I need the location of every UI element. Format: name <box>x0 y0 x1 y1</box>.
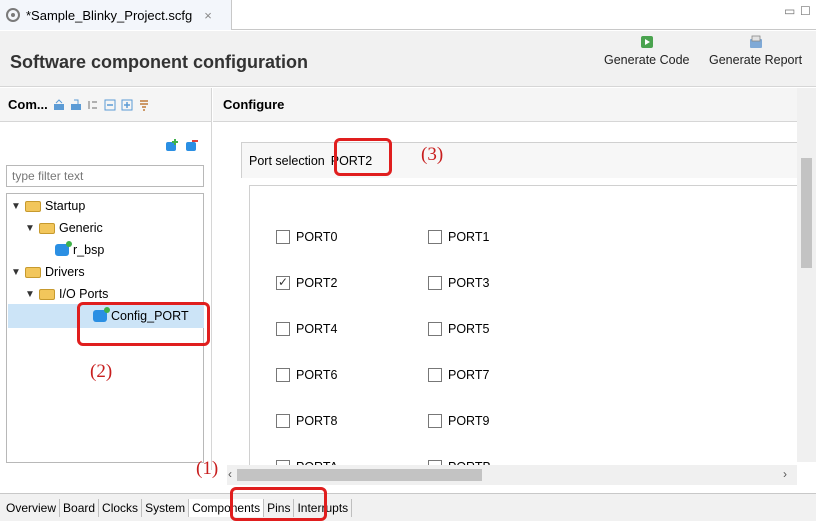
chevron-down-icon[interactable]: ▼ <box>11 267 21 278</box>
port-checkbox-port0[interactable]: PORT0 <box>276 230 337 244</box>
generate-code-icon <box>640 36 653 48</box>
tree-item-startup[interactable]: ▼ Startup <box>11 199 85 213</box>
checkbox[interactable] <box>276 322 290 336</box>
components-panel: Com... type filter text ▼ Startup ▼ Gene… <box>0 88 212 470</box>
remove-component-icon[interactable] <box>185 138 199 152</box>
generate-report-icon <box>749 35 762 48</box>
scroll-right-icon[interactable]: › <box>783 467 787 481</box>
horizontal-scrollbar[interactable]: ‹ › <box>227 465 797 485</box>
editor-tab-bar: *Sample_Blinky_Project.scfg × ▭ ☐ <box>0 0 816 30</box>
checkbox[interactable] <box>276 275 290 290</box>
folder-icon <box>39 288 55 300</box>
folder-icon <box>25 200 41 212</box>
generate-code-label: Generate Code <box>604 53 690 67</box>
port-checkbox-port7[interactable]: PORT7 <box>428 368 489 382</box>
editor-header: Software component configuration Generat… <box>0 31 816 87</box>
collapse-view-icon[interactable] <box>53 98 65 111</box>
tab-clocks[interactable]: Clocks <box>99 498 143 517</box>
components-panel-header: Com... <box>0 88 211 122</box>
port-label: PORT7 <box>448 368 490 382</box>
port-selection-label: Port selection <box>249 153 325 168</box>
port-label: PORT3 <box>448 276 490 290</box>
checkbox[interactable] <box>428 414 442 428</box>
annotation-box-port-selection <box>334 138 392 176</box>
port-label: PORT0 <box>296 230 338 244</box>
checkbox[interactable] <box>428 368 442 382</box>
port-label: PORT4 <box>296 322 338 336</box>
close-icon[interactable]: × <box>204 8 212 23</box>
tab-overview[interactable]: Overview <box>3 498 61 517</box>
port-label: PORT9 <box>448 414 490 428</box>
expand-all-icon[interactable] <box>121 99 133 111</box>
add-component-icon[interactable] <box>165 138 179 152</box>
port-checkbox-grid: PORT0 PORT1 PORT2 PORT3 PORT4 PORT5 PORT6 PORT7… <box>249 185 797 475</box>
tree-item-label: Startup <box>45 199 86 213</box>
checkbox[interactable] <box>428 230 442 244</box>
port-label: PORT2 <box>296 276 338 290</box>
page-title: Software component configuration <box>10 52 309 72</box>
port-checkbox-port9[interactable]: PORT9 <box>428 414 489 428</box>
chevron-down-icon[interactable]: ▼ <box>25 289 35 300</box>
port-checkbox-port2[interactable]: PORT2 <box>276 275 338 290</box>
port-checkbox-port5[interactable]: PORT5 <box>428 322 489 336</box>
bottom-tab-bar: Overview Board Clocks System Components Pins I… <box>0 493 816 521</box>
port-label: PORT5 <box>448 322 490 336</box>
tree-item-io-ports[interactable]: ▼ I/O Ports <box>25 287 108 301</box>
collapse-all-icon[interactable] <box>104 99 116 111</box>
configure-panel: Configure Port selection PORT2 PORT0 PORT… <box>213 88 816 475</box>
tree-item-label: Generic <box>59 221 103 235</box>
annotation-box-config-port <box>77 302 210 346</box>
generate-report-button[interactable]: Generate Report <box>709 35 802 67</box>
tab-system[interactable]: System <box>142 498 190 517</box>
sort-az-icon[interactable] <box>87 99 99 111</box>
editor-tab-title: *Sample_Blinky_Project.scfg <box>26 7 193 23</box>
tree-item-label: Drivers <box>45 265 85 279</box>
annotation-box-components-tab <box>230 487 327 521</box>
components-heading: Com... <box>8 97 48 112</box>
component-icon <box>55 241 72 256</box>
tree-item-r-bsp[interactable]: r_bsp <box>55 241 105 257</box>
chevron-down-icon[interactable]: ▼ <box>11 201 21 212</box>
configure-heading: Configure <box>213 88 816 122</box>
component-actions <box>165 138 199 152</box>
port-checkbox-port1[interactable]: PORT1 <box>428 230 489 244</box>
horizontal-scroll-thumb[interactable] <box>237 469 482 481</box>
annotation-label-3: (3) <box>421 144 444 165</box>
port-label: PORT8 <box>296 414 338 428</box>
port-label: PORT1 <box>448 230 490 244</box>
filter-icon[interactable] <box>138 99 150 111</box>
port-checkbox-port6[interactable]: PORT6 <box>276 368 337 382</box>
checkbox[interactable] <box>276 230 290 244</box>
minimize-icon[interactable]: ▭ <box>784 4 795 18</box>
generate-code-button[interactable]: Generate Code <box>604 35 689 67</box>
vertical-scrollbar[interactable] <box>797 88 816 462</box>
port-selection-group: Port selection PORT2 <box>241 142 799 178</box>
port-label: PORT6 <box>296 368 338 382</box>
generate-report-label: Generate Report <box>709 53 803 67</box>
vertical-scroll-thumb[interactable] <box>801 158 812 268</box>
checkbox[interactable] <box>428 276 442 290</box>
port-checkbox-port3[interactable]: PORT3 <box>428 276 489 290</box>
filter-input[interactable]: type filter text <box>6 165 204 187</box>
port-checkbox-port8[interactable]: PORT8 <box>276 414 337 428</box>
tree-item-drivers[interactable]: ▼ Drivers <box>11 265 85 279</box>
annotation-label-2: (2) <box>90 361 113 382</box>
tab-board[interactable]: Board <box>60 498 100 517</box>
folder-icon <box>25 266 41 278</box>
tree-item-label: r_bsp <box>73 243 105 257</box>
annotation-label-1: (1) <box>196 458 219 479</box>
tree-item-generic[interactable]: ▼ Generic <box>25 221 103 235</box>
expand-view-icon[interactable] <box>70 99 82 111</box>
folder-icon <box>39 222 55 234</box>
chevron-down-icon[interactable]: ▼ <box>25 223 35 234</box>
config-file-icon <box>6 8 20 22</box>
tree-item-label: I/O Ports <box>59 287 109 301</box>
editor-tab[interactable]: *Sample_Blinky_Project.scfg × <box>0 0 232 30</box>
checkbox[interactable] <box>428 322 442 336</box>
maximize-icon[interactable]: ☐ <box>800 4 811 18</box>
scroll-left-icon[interactable]: ‹ <box>228 467 232 481</box>
checkbox[interactable] <box>276 368 290 382</box>
checkbox[interactable] <box>276 414 290 428</box>
port-checkbox-port4[interactable]: PORT4 <box>276 322 337 336</box>
